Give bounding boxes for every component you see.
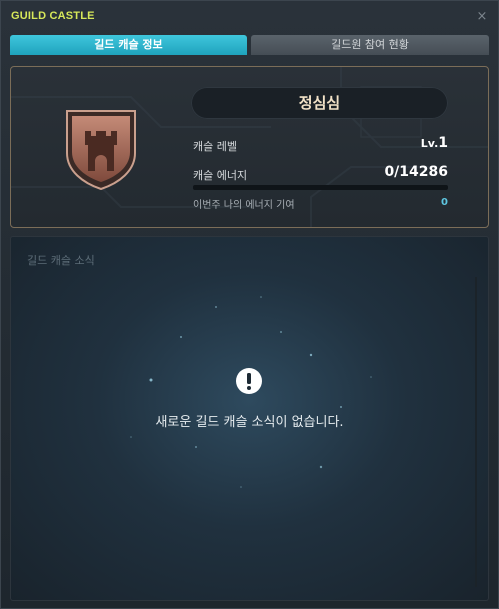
castle-energy-row: 캐슬 에너지 0/14286 [193, 164, 448, 184]
title-bar[interactable]: GUILD CASTLE × [1, 1, 498, 33]
exclamation-icon [236, 368, 262, 394]
weekly-contribution-row: 이번주 나의 에너지 기여 0 [193, 193, 448, 213]
weekly-contribution-value: 0 [441, 197, 448, 208]
energy-progress-bar [193, 185, 448, 190]
level-prefix: Lv. [420, 137, 439, 150]
window-title: GUILD CASTLE [11, 10, 95, 22]
castle-level-value: Lv.1 [421, 135, 448, 151]
castle-level-label: 캐슬 레벨 [193, 140, 237, 153]
weekly-contribution-label: 이번주 나의 에너지 기여 [193, 200, 295, 211]
tab-member-participation[interactable]: 길드원 참여 현황 [251, 35, 489, 55]
castle-energy-value: 0/14286 [384, 164, 448, 180]
castle-news-panel: 길드 캐슬 소식 새로운 길드 캐슬 소식이 없습니다. [10, 236, 489, 601]
tab-castle-info[interactable]: 길드 캐슬 정보 [10, 35, 247, 55]
castle-name: 정심심 [191, 87, 448, 119]
castle-info-panel: 정심심 캐슬 레벨 Lv.1 캐슬 에너지 0/14286 이번주 나의 에너지… [10, 66, 489, 228]
castle-energy-label: 캐슬 에너지 [193, 169, 248, 182]
empty-news-message: 새로운 길드 캐슬 소식이 없습니다. [155, 415, 344, 430]
close-icon[interactable]: × [475, 10, 489, 24]
castle-crest-icon [66, 110, 136, 191]
castle-level-row: 캐슬 레벨 Lv.1 [193, 135, 448, 155]
guild-castle-window: GUILD CASTLE × 길드 캐슬 정보 길드원 참여 현황 정심심 캐슬 [0, 0, 499, 609]
tab-bar: 길드 캐슬 정보 길드원 참여 현황 [10, 35, 489, 55]
level-number: 1 [438, 135, 448, 151]
